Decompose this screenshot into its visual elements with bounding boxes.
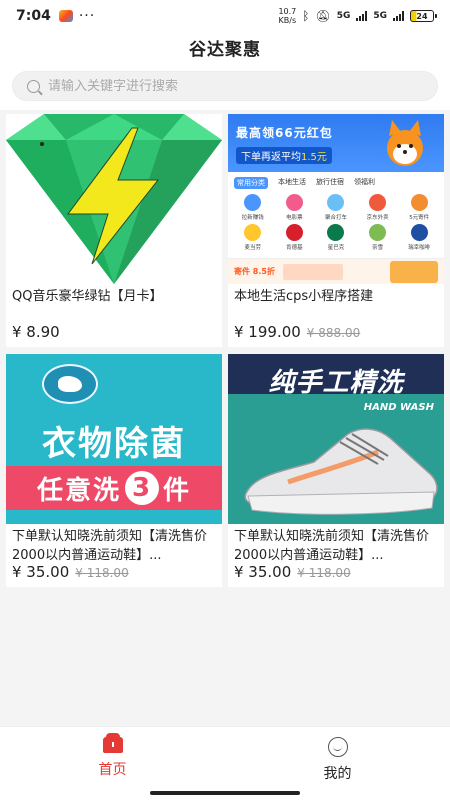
service-icon-item: 聚合打车 [315,194,357,221]
service-icon [244,224,262,241]
status-bar: 7:04 ··· 10.7 KB/s ᛒ 🔕︎ 5G 5G 24 [0,0,450,32]
home-icon [102,733,123,753]
search-bar [0,62,450,110]
service-icon-item: 瑞幸咖啡 [398,224,440,251]
service-icon [369,194,387,211]
service-icon-item: 肯德基 [274,224,316,251]
network-speed: 10.7 KB/s [278,7,297,25]
product-card[interactable]: 纯手工精洗 HAND WASH 下单默认知晓洗前须知【清洗售价2000以内普通运… [228,354,444,587]
app-header: 谷达聚惠 [0,32,450,62]
green-diamond-lightning-icon [6,114,222,284]
gesture-bar [150,791,300,795]
product-card[interactable]: 衣物除菌 任意洗 3 件 下单默认知晓洗前须知【清洗售价2000以内普通运动鞋】… [6,354,222,587]
signal-5g-label-1: 5G [336,11,351,21]
search-icon [27,79,40,93]
service-icon-item: 5元寄件 [398,194,440,221]
gallery-icon [58,10,73,22]
smiley-icon [327,737,348,757]
product-price: ¥ 35.00 [234,563,292,581]
product-image-shoe-wash: 纯手工精洗 HAND WASH [228,354,444,524]
service-icon-item: 拉新赚钱 [232,194,274,221]
gift-graphic [390,260,438,283]
service-icon [369,224,387,241]
signal-bars-icon [356,11,368,21]
battery-icon: 24 [410,10,437,22]
price-row: ¥ 8.90 [6,323,222,341]
mute-bell-icon: 🔕︎ [315,9,331,23]
product-price: ¥ 8.90 [12,323,60,341]
price-row: ¥ 35.00 ¥ 118.00 [228,563,444,581]
service-icon-item: 星巴克 [315,224,357,251]
search-box[interactable] [12,71,438,101]
service-icon [327,194,345,211]
price-row: ¥ 35.00 ¥ 118.00 [6,563,222,581]
coupon-graphic [282,263,343,280]
product-original-price: ¥ 888.00 [306,326,361,340]
product-card[interactable]: 最高领66元红包 下单再返平均1.5元 常用分类 本地生活 旅行住宿 领福利 拉… [228,114,444,347]
nav-label: 我的 [323,766,352,782]
status-indicators: 10.7 KB/s ᛒ 🔕︎ 5G 5G 24 [278,7,437,25]
promo-strip: 寄件 8.5折 [228,258,444,284]
signal-5g-label-2: 5G [373,11,387,21]
service-icon [244,194,262,211]
service-icon-item: 麦当劳 [232,224,274,251]
sneaker-icon [244,428,438,515]
fox-mascot-icon [387,120,423,166]
category-tabs: 常用分类 本地生活 旅行住宿 领福利 [228,172,444,192]
price-row: ¥ 199.00 ¥ 888.00 [228,323,444,341]
product-name: 本地生活cps小程序搭建 [234,289,374,304]
service-icon [410,194,428,211]
service-icon-grid: 拉新赚钱 电影票 聚合打车 京东外卖 5元寄件麦当劳 肯德基 星巴克 奈雪 瑞幸咖啡 [228,192,444,253]
service-icon-item: 奈雪 [357,224,399,251]
service-icon-item: 电影票 [274,194,316,221]
service-icon-item: 京东外卖 [357,194,399,221]
product-card[interactable]: QQ音乐豪华绿钻【月卡】 ¥ 8.90 [6,114,222,347]
nav-item-home[interactable]: 首页 [0,727,225,800]
bottom-nav: 首页 我的 [0,726,450,800]
product-price: ¥ 35.00 [12,563,70,581]
product-image-green-diamond [6,114,222,284]
service-icon [285,194,303,211]
product-image-laundry: 衣物除菌 任意洗 3 件 [6,354,222,524]
product-name: 下单默认知晓洗前须知【清洗售价2000以内普通运动鞋】... [234,529,430,563]
nav-label: 首页 [98,762,127,778]
search-input[interactable] [48,78,423,94]
bluetooth-icon: ᛒ [302,9,310,23]
more-notifications-icon: ··· [78,8,96,24]
product-grid: QQ音乐豪华绿钻【月卡】 ¥ 8.90 最高领66元红包 下单再返平均1.5元 [6,114,444,587]
nav-item-mine[interactable]: 我的 [225,727,450,800]
page-title: 谷达聚惠 [189,39,261,60]
product-price: ¥ 199.00 [234,323,301,341]
product-original-price: ¥ 118.00 [75,566,129,580]
service-icon [410,224,428,241]
product-original-price: ¥ 118.00 [297,566,351,580]
signal-bars-icon [393,11,404,21]
laundry-brand-logo [42,364,98,404]
product-name: 下单默认知晓洗前须知【清洗售价2000以内普通运动鞋】... [12,529,208,563]
product-name: QQ音乐豪华绿钻【月卡】 [12,289,163,304]
status-time: 7:04 [16,8,51,24]
product-image-mini-program: 最高领66元红包 下单再返平均1.5元 常用分类 本地生活 旅行住宿 领福利 拉… [228,114,444,284]
promo-banner: 最高领66元红包 下单再返平均1.5元 [228,114,444,172]
service-icon [285,224,303,241]
service-icon [327,224,345,241]
